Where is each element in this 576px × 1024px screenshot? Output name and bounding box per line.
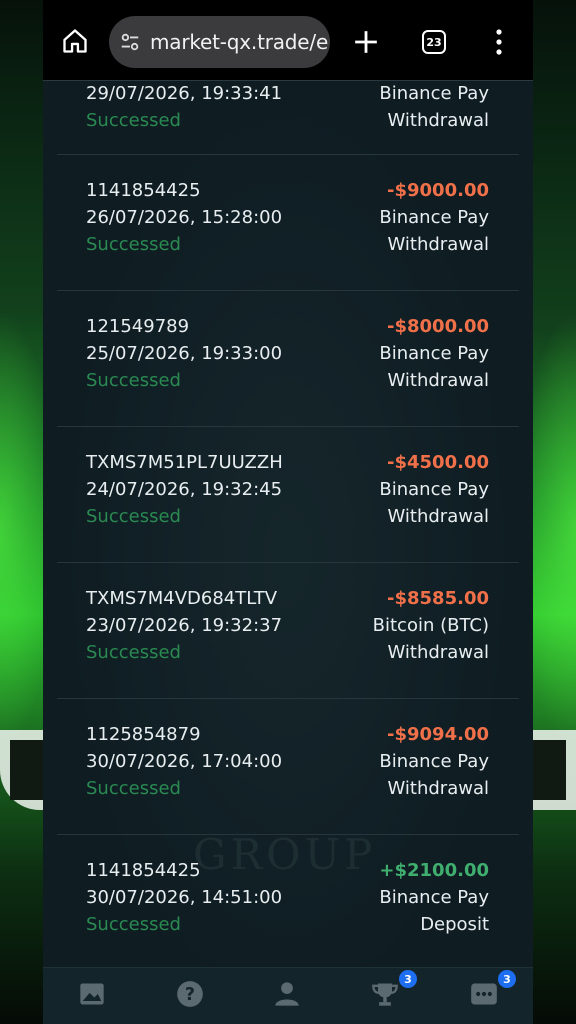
transaction-method: Binance Pay bbox=[379, 751, 489, 772]
row-divider bbox=[57, 562, 519, 563]
transaction-status: Successed bbox=[86, 642, 181, 663]
tab-switcher-button[interactable]: 23 bbox=[422, 30, 446, 54]
transaction-row[interactable]: 1141854425 30/07/2026, 14:51:00 Successe… bbox=[43, 848, 533, 984]
transaction-row[interactable]: 1125854879 30/07/2026, 17:04:00 Successe… bbox=[43, 712, 533, 848]
transaction-row[interactable]: 121549789 25/07/2026, 19:33:00 Successed… bbox=[43, 304, 533, 440]
transaction-method: Binance Pay bbox=[379, 479, 489, 500]
row-divider bbox=[57, 698, 519, 699]
more-menu-icon[interactable] bbox=[495, 29, 503, 55]
transaction-method: Bitcoin (BTC) bbox=[372, 615, 489, 636]
transaction-method: Binance Pay bbox=[379, 207, 489, 228]
phone-screen: GROUP 29/07/2026, 19:33:41 Successed Bin… bbox=[43, 0, 533, 1024]
transaction-status: Successed bbox=[86, 914, 181, 935]
site-settings-icon[interactable] bbox=[119, 31, 141, 53]
transaction-id: 1125854879 bbox=[86, 724, 201, 745]
chat-icon[interactable] bbox=[470, 980, 498, 1008]
transaction-date: 29/07/2026, 19:33:41 bbox=[86, 83, 283, 104]
transaction-type: Withdrawal bbox=[387, 234, 489, 255]
transaction-id: TXMS7M51PL7UUZZH bbox=[86, 452, 283, 473]
url-text[interactable]: market-qx.trade/e bbox=[150, 30, 328, 54]
transaction-status: Successed bbox=[86, 234, 181, 255]
transaction-date: 24/07/2026, 19:32:45 bbox=[86, 479, 283, 500]
transaction-amount: +$2100.00 bbox=[379, 860, 489, 881]
transaction-id: 1141854425 bbox=[86, 180, 201, 201]
transaction-type: Withdrawal bbox=[387, 110, 489, 131]
transaction-date: 25/07/2026, 19:33:00 bbox=[86, 343, 283, 364]
transaction-method: Binance Pay bbox=[379, 887, 489, 908]
transaction-row[interactable]: TXMS7M4VD684TLTV 23/07/2026, 19:32:37 Su… bbox=[43, 576, 533, 712]
address-bar[interactable]: market-qx.trade/e bbox=[109, 16, 330, 68]
transaction-amount: -$9094.00 bbox=[387, 724, 489, 745]
row-divider bbox=[57, 154, 519, 155]
browser-toolbar: market-qx.trade/e 23 bbox=[43, 0, 533, 81]
gallery-icon[interactable] bbox=[78, 980, 106, 1008]
transaction-type: Withdrawal bbox=[387, 370, 489, 391]
transaction-id: TXMS7M4VD684TLTV bbox=[86, 588, 278, 609]
row-divider bbox=[57, 290, 519, 291]
home-icon[interactable] bbox=[61, 27, 89, 55]
transaction-id: 1141854425 bbox=[86, 860, 201, 881]
transaction-date: 26/07/2026, 15:28:00 bbox=[86, 207, 283, 228]
transaction-method: Binance Pay bbox=[379, 343, 489, 364]
transaction-method: Binance Pay bbox=[379, 83, 489, 104]
profile-icon[interactable] bbox=[273, 980, 301, 1008]
transaction-id: 121549789 bbox=[86, 316, 190, 337]
transaction-row[interactable]: TXMS7M51PL7UUZZH 24/07/2026, 19:32:45 Su… bbox=[43, 440, 533, 576]
transaction-status: Successed bbox=[86, 110, 181, 131]
transaction-status: Successed bbox=[86, 506, 181, 527]
transaction-status: Successed bbox=[86, 778, 181, 799]
transaction-date: 30/07/2026, 17:04:00 bbox=[86, 751, 283, 772]
trophy-icon[interactable] bbox=[371, 980, 399, 1008]
transaction-amount: -$8585.00 bbox=[387, 588, 489, 609]
transaction-amount: -$4500.00 bbox=[387, 452, 489, 473]
row-divider bbox=[57, 426, 519, 427]
transaction-status: Successed bbox=[86, 370, 181, 391]
new-tab-icon[interactable] bbox=[353, 29, 379, 55]
transaction-row[interactable]: 1141854425 26/07/2026, 15:28:00 Successe… bbox=[43, 168, 533, 304]
transaction-type: Withdrawal bbox=[387, 506, 489, 527]
transaction-type: Withdrawal bbox=[387, 778, 489, 799]
transaction-date: 30/07/2026, 14:51:00 bbox=[86, 887, 283, 908]
tournaments-badge: 3 bbox=[399, 970, 417, 988]
bottom-navigation: ? 3 3 bbox=[43, 967, 533, 1024]
transaction-type: Deposit bbox=[420, 914, 489, 935]
chat-badge: 3 bbox=[498, 970, 516, 988]
help-icon[interactable]: ? bbox=[176, 980, 204, 1008]
transaction-amount: -$9000.00 bbox=[387, 180, 489, 201]
transaction-type: Withdrawal bbox=[387, 642, 489, 663]
transaction-date: 23/07/2026, 19:32:37 bbox=[86, 615, 283, 636]
transaction-amount: -$8000.00 bbox=[387, 316, 489, 337]
svg-text:?: ? bbox=[185, 985, 195, 1005]
row-divider bbox=[57, 834, 519, 835]
